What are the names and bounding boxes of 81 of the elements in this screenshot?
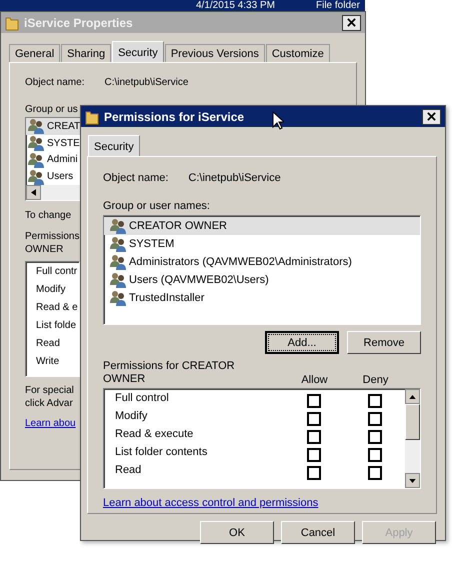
allow-checkbox[interactable]	[306, 412, 320, 426]
user-list[interactable]: CREATOR OWNER SYSTEM Administrators (QAVMWEB02\Administrators) Users (QAVMWEB02\Users) TrustedInstaller	[103, 215, 421, 325]
deny-checkbox[interactable]	[368, 430, 382, 444]
permission-name: Full control	[114, 392, 170, 404]
users-icon	[28, 135, 44, 152]
dialog-button[interactable]: Cancel	[281, 521, 355, 544]
remove-button[interactable]: Remove	[347, 331, 421, 354]
permissions-label: Permissions OWNER	[25, 230, 80, 256]
user-item[interactable]: SYSTE	[26, 134, 81, 152]
group-label: Group or user names:	[103, 200, 210, 212]
allow-checkbox[interactable]	[306, 430, 320, 444]
special-permissions-text: For special click Advar	[25, 384, 74, 410]
folder-icon	[5, 14, 19, 30]
deny-checkbox[interactable]	[368, 394, 382, 408]
user-item[interactable]: Users (QAVMWEB02\Users)	[104, 271, 420, 289]
learn-link[interactable]: Learn about access control and permissions	[103, 497, 318, 509]
close-icon	[427, 112, 436, 121]
permissions-label: Permissions for CREATOR OWNER	[103, 360, 236, 386]
permission-name: Modify	[35, 284, 66, 297]
scroll-left-button[interactable]	[26, 185, 41, 200]
tab[interactable]: Customize	[266, 44, 330, 62]
object-name-label: Object name:	[25, 77, 84, 88]
user-item[interactable]: TrustedInstaller	[104, 289, 420, 307]
allow-checkbox[interactable]	[306, 466, 320, 480]
user-item[interactable]: CREAT	[26, 118, 81, 135]
permission-name: Read	[114, 464, 142, 476]
add-button[interactable]: Add...	[265, 331, 339, 354]
permission-name: Read & e	[35, 302, 79, 315]
folder-icon	[85, 108, 99, 124]
tab[interactable]: Previous Versions	[164, 44, 265, 62]
users-icon	[110, 290, 126, 306]
user-item[interactable]: Users	[26, 168, 81, 185]
deny-checkbox[interactable]	[368, 448, 382, 462]
users-icon	[110, 236, 126, 252]
deny-header: Deny	[362, 374, 390, 386]
user-item[interactable]: Admini	[26, 152, 81, 168]
close-icon	[347, 18, 356, 27]
permission-name: Modify	[114, 410, 148, 422]
close-button[interactable]	[422, 108, 441, 124]
close-button[interactable]	[342, 14, 361, 30]
users-icon	[110, 218, 126, 234]
tab[interactable]: Security	[112, 41, 164, 62]
allow-header: Allow	[300, 374, 329, 386]
users-icon	[28, 118, 44, 134]
tab[interactable]: Sharing	[61, 44, 112, 62]
dialog-button[interactable]: OK	[200, 521, 274, 544]
vertical-scrollbar[interactable]	[405, 389, 420, 488]
up-arrow-icon[interactable]	[409, 394, 416, 398]
tab[interactable]: Security	[88, 135, 140, 156]
window-title: iService Properties	[24, 16, 133, 30]
window-title: Permissions for iService	[104, 110, 244, 124]
file-type-text: File folder	[316, 0, 360, 11]
learn-link[interactable]: Learn abou	[25, 418, 76, 429]
allow-checkbox[interactable]	[306, 448, 320, 462]
allow-checkbox[interactable]	[306, 394, 320, 408]
permission-name: List folder contents	[114, 446, 208, 458]
user-item[interactable]: SYSTEM	[104, 235, 420, 253]
permission-name: Read & execute	[114, 428, 194, 440]
permission-name: List folde	[35, 320, 78, 333]
users-icon	[28, 168, 44, 185]
mouse-pointer-icon	[272, 111, 284, 130]
change-text: To change	[25, 210, 72, 221]
permission-name: Write	[35, 356, 60, 369]
object-name-value: C:\inetpub\iService	[104, 77, 188, 88]
users-icon	[110, 254, 126, 270]
user-item[interactable]: Administrators (QAVMWEB02\Administrators)	[104, 253, 420, 271]
tab[interactable]: General	[9, 44, 60, 62]
user-list[interactable]: CREAT SYSTE Admini Users	[25, 117, 82, 201]
object-name-label: Object name:	[103, 172, 168, 184]
date-modified-text: 4/1/2015 4:33 PM	[196, 0, 275, 11]
group-label: Group or us	[25, 104, 78, 115]
permission-name: Full contr	[35, 266, 78, 279]
object-name-value: C:\inetpub\iService	[188, 172, 281, 184]
users-icon	[28, 152, 44, 168]
down-arrow-icon[interactable]	[409, 478, 416, 482]
left-arrow-icon	[31, 189, 36, 196]
users-icon	[110, 272, 126, 288]
permission-name: Read	[35, 338, 61, 351]
user-item[interactable]: CREATOR OWNER	[104, 217, 420, 235]
deny-checkbox[interactable]	[368, 412, 382, 426]
deny-checkbox[interactable]	[368, 466, 382, 480]
